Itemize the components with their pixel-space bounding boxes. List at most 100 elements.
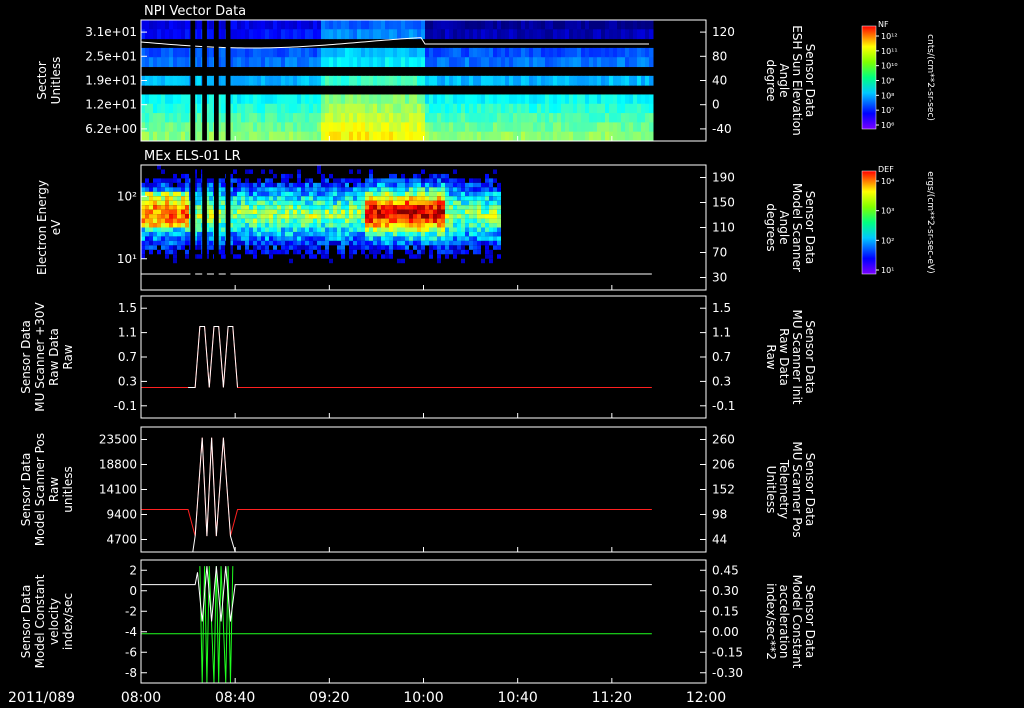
heatmap-cell [361,218,365,224]
heatmap-cell [437,249,441,255]
heatmap-cell [325,191,329,197]
heatmap-cell [145,122,150,133]
heatmap-cell [169,223,173,228]
heatmap-cell [445,113,450,123]
heatmap-cell [477,20,482,30]
heatmap-cell [433,94,438,105]
heatmap-cell [353,94,358,105]
heatmap-cell [441,209,445,215]
heatmap-cell [337,103,342,114]
heatmap-cell [345,75,350,86]
heatmap-cell [613,113,618,123]
heatmap-cell [149,249,153,255]
heatmap-cell [393,173,397,179]
heatmap-cell [349,223,353,228]
heatmap-cell [165,122,170,133]
heatmap-cell [169,47,174,58]
heatmap-cell [277,29,282,40]
heatmap-cell [161,122,166,133]
heatmap-cell [249,214,253,219]
heatmap-cell [281,196,285,201]
heatmap-cell [553,103,558,114]
heatmap-cell [273,231,277,237]
heatmap-cell [257,187,261,192]
heatmap-cell [577,75,582,86]
heatmap-cell [445,122,450,133]
heatmap-cell [369,200,373,206]
heatmap-cell [221,191,225,197]
heatmap-cell [373,209,377,215]
heatmap-cell [453,236,457,241]
heatmap-cell [273,205,277,210]
heatmap-cell [493,196,497,201]
left-axis-label: index/sec [61,593,75,650]
heatmap-cell [353,103,358,114]
heatmap-cell [309,191,313,197]
heatmap-cell [325,57,330,68]
heatmap-cell [165,227,169,232]
heatmap-cell [265,103,270,114]
heatmap-cell [153,113,158,123]
heatmap-cell [381,223,385,228]
heatmap-cell [369,131,374,142]
heatmap-cell [349,249,353,255]
heatmap-cell [437,218,441,224]
heatmap-cell [389,200,393,206]
panel-title: NPI Vector Data [144,4,246,19]
heatmap-cell [485,94,490,105]
right-tick-label: 152 [712,483,735,497]
heatmap-cell [265,231,269,237]
left-tick-label: -2 [125,604,137,618]
heatmap-cell [245,131,250,142]
left-tick-label: 0.3 [118,374,137,388]
heatmap-cell [329,196,333,201]
heatmap-cell [273,196,277,201]
scan-gap [190,165,196,290]
heatmap-cell [393,103,398,114]
heatmap-cell [345,200,349,206]
heatmap-cell [185,122,190,133]
heatmap-cell [153,205,157,210]
heatmap-cell [297,182,301,188]
heatmap-cell [377,57,382,68]
left-tick-label: -8 [125,666,137,680]
heatmap-cell [453,231,457,237]
heatmap-cell [249,94,254,105]
heatmap-cell [473,103,478,114]
heatmap-cell [521,29,526,40]
heatmap-cell [277,240,281,246]
heatmap-cell [221,200,225,206]
heatmap-cell [389,249,393,255]
heatmap-cell [253,209,257,215]
heatmap-cell [453,187,457,192]
heatmap-cell [461,236,465,241]
heatmap-cell [441,200,445,206]
heatmap-cell [481,187,485,192]
heatmap-cell [317,75,322,86]
heatmap-cell [289,223,293,228]
heatmap-cell [141,29,146,40]
heatmap-cell [321,182,325,188]
heatmap-cell [413,245,417,250]
heatmap-cell [321,218,325,224]
heatmap-cell [421,196,425,201]
heatmap-cell [441,94,446,105]
heatmap-cell [645,94,650,105]
heatmap-cell [465,20,470,30]
heatmap-cell [245,29,250,40]
heatmap-cell [281,187,285,192]
heatmap-cell [177,20,182,30]
heatmap-cell [273,218,277,224]
heatmap-cell [553,75,558,86]
heatmap-cell [529,20,534,30]
heatmap-cell [557,122,562,133]
heatmap-cell [413,113,418,123]
heatmap-cell [269,231,273,237]
heatmap-cell [341,231,345,237]
heatmap-cell [369,231,373,237]
heatmap-cell [601,75,606,86]
heatmap-cell [453,191,457,197]
heatmap-cell [617,131,622,142]
heatmap-cell [445,57,450,68]
heatmap-cell [453,200,457,206]
